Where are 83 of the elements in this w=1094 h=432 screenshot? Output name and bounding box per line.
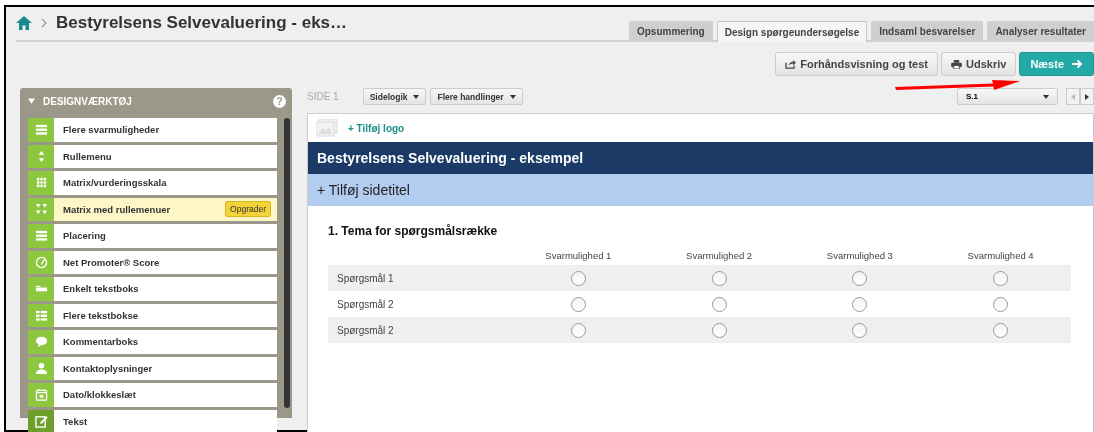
calendar-icon [34, 388, 48, 402]
survey-title-bar[interactable]: Bestyrelsens Selvevaluering - eksempel [308, 142, 1093, 174]
question-type-label: Matrix med rullemenuer [63, 203, 172, 215]
chevron-left-icon [1071, 93, 1075, 100]
column-header: Svarmulighed 4 [966, 250, 1035, 263]
row-label: Spørgsmål 2 [336, 297, 395, 312]
tab[interactable]: Design spørgeundersøgelse [716, 21, 868, 42]
column-header: Svarmulighed 3 [825, 250, 894, 263]
question-type-item[interactable]: Matrix/vurderingsskala [28, 171, 277, 195]
list-icon [34, 123, 48, 137]
person-icon [34, 361, 48, 375]
question-type-item[interactable]: Flere tekstbokse [28, 303, 277, 327]
preview-button[interactable]: Forhåndsvisning og test [775, 52, 938, 76]
question-type-label: Rullemenu [63, 150, 113, 162]
chevron-icon [41, 18, 47, 28]
question-type-label: Enkelt tekstboks [63, 283, 140, 295]
question-type-item[interactable]: Tekst [28, 409, 277, 432]
question-title: 1. Tema for spørgsmålsrække [328, 224, 499, 238]
caret-icon [413, 94, 420, 99]
caret-icon [509, 94, 516, 99]
question-type-label: Dato/klokkeslæt [63, 389, 137, 401]
question-type-label: Net Promoter® Score [63, 256, 161, 268]
dropdown-grid-icon [34, 202, 48, 216]
collapse-icon[interactable] [28, 98, 35, 104]
radio-button[interactable] [711, 296, 727, 312]
radio-button[interactable] [570, 322, 586, 338]
caret-icon [1043, 94, 1049, 99]
row-label: Spørgsmål 2 [328, 317, 508, 343]
radio-button[interactable] [852, 296, 868, 312]
radio-button[interactable] [570, 270, 586, 286]
question-type-item[interactable]: Net Promoter® Score [28, 250, 277, 274]
question-type-item[interactable]: Dato/klokkeslæt [28, 383, 277, 407]
dropdown-button[interactable]: Flere handlinger [430, 88, 523, 105]
question-type-label: Tekst [63, 415, 89, 427]
radio-button[interactable] [993, 270, 1009, 286]
list-icon [34, 229, 48, 243]
share-icon [785, 59, 797, 69]
survey-title: Bestyrelsens Selvevaluering - eks… [56, 13, 348, 33]
row-label: Spørgsmål 1 [328, 265, 508, 291]
question-type-item[interactable]: Rullemenu [28, 144, 277, 168]
speech-bubble-icon [34, 335, 48, 349]
radio-button[interactable] [711, 322, 727, 338]
printer-icon [951, 59, 962, 69]
question-type-label: Kontaktoplysninger [63, 362, 154, 374]
question-type-label: Placering [63, 230, 107, 242]
home-icon[interactable] [16, 16, 32, 30]
question-type-item[interactable]: Placering [28, 224, 277, 248]
page-label: SIDE 1 [307, 91, 339, 102]
edit-icon [34, 414, 48, 428]
radio-button[interactable] [993, 322, 1009, 338]
question-type-label: Kommentarboks [63, 336, 139, 348]
question-type-item[interactable]: Kommentarboks [28, 330, 277, 354]
question-type-label: Flere tekstbokse [63, 309, 139, 321]
tab[interactable]: Indsaml besvarelser [871, 21, 984, 40]
add-logo-link[interactable]: + Tilføj logo [348, 122, 405, 134]
radio-button[interactable] [852, 270, 868, 286]
scrollbar[interactable] [284, 118, 290, 408]
tab[interactable]: Opsummering [628, 21, 713, 40]
upgrade-button[interactable]: Opgrader [225, 201, 271, 218]
question-type-item[interactable]: Enkelt tekstboks [28, 277, 277, 301]
column-header: Svarmulighed 2 [685, 250, 754, 263]
radio-button[interactable] [711, 270, 727, 286]
chevron-right-icon [1085, 93, 1089, 100]
question-type-item[interactable]: Kontaktoplysninger [28, 356, 277, 380]
gauge-icon [34, 255, 48, 269]
page-select[interactable]: S.1 [957, 88, 1058, 105]
radio-button[interactable] [570, 296, 586, 312]
radio-button[interactable] [993, 296, 1009, 312]
radio-button[interactable] [852, 322, 868, 338]
arrow-right-icon [1072, 59, 1083, 69]
column-header: Svarmulighed 1 [544, 250, 613, 263]
dropdown-button[interactable]: Sidelogik [362, 88, 427, 105]
question-type-item[interactable]: Matrix med rullemenuer Opgrader [28, 197, 277, 221]
question-type-label: Flere svarmuligheder [63, 124, 161, 136]
textboxes-icon [34, 308, 48, 322]
grid-icon [34, 176, 48, 190]
tab[interactable]: Analyser resultater [987, 21, 1094, 40]
add-page-title-bar[interactable]: + Tilføj sidetitel [308, 174, 1093, 206]
question-type-label: Matrix/vurderingsskala [63, 177, 168, 189]
next-page-button[interactable] [1080, 88, 1094, 105]
question-type-item[interactable]: Flere svarmuligheder [28, 118, 277, 142]
image-icon[interactable] [316, 119, 338, 137]
print-button[interactable]: Udskriv [941, 52, 1017, 76]
